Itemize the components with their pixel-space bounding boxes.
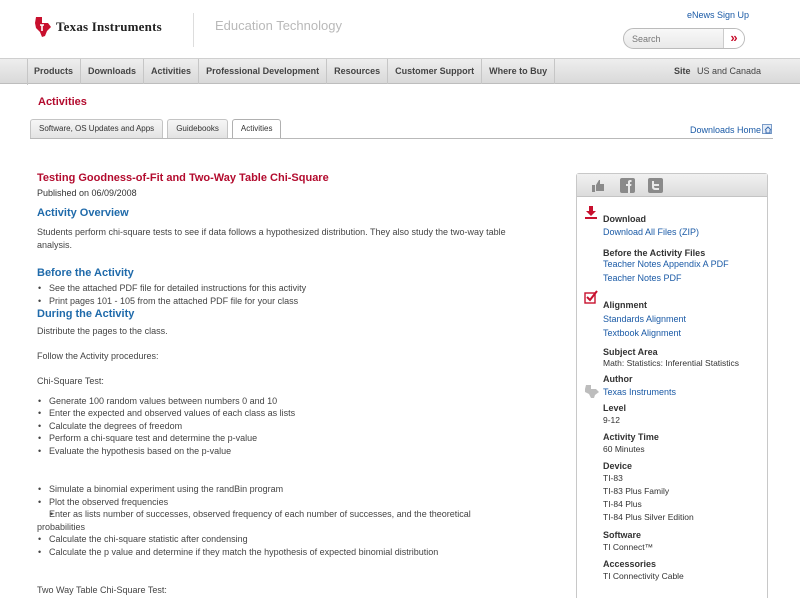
list-item: Perform a chi-square test and determine … bbox=[37, 432, 557, 445]
chi-square-heading: Chi-Square Test: bbox=[37, 376, 104, 386]
list-item: Calculate the p value and determine if t… bbox=[37, 546, 507, 559]
list-item: Generate 100 random values between numbe… bbox=[37, 395, 557, 408]
list-item: Enter the expected and observed values o… bbox=[37, 407, 557, 420]
nav-item-activities[interactable]: Activities bbox=[144, 59, 200, 84]
home-icon[interactable] bbox=[762, 124, 772, 134]
nav-item-downloads[interactable]: Downloads bbox=[81, 59, 145, 84]
activity-sidebar: Download Download All Files (ZIP) Before… bbox=[576, 173, 768, 598]
overview-heading: Activity Overview bbox=[37, 207, 129, 219]
site-label: Site bbox=[674, 66, 691, 76]
list-item: Evaluate the hypothesis based on the p-v… bbox=[37, 445, 557, 458]
nav-item-where-to-buy[interactable]: Where to Buy bbox=[482, 59, 556, 84]
enews-signup-link[interactable]: eNews Sign Up bbox=[687, 10, 749, 20]
nav-item-professional-development[interactable]: Professional Development bbox=[199, 59, 328, 84]
twitter-icon[interactable] bbox=[648, 178, 663, 193]
before-list: See the attached PDF file for detailed i… bbox=[37, 282, 557, 307]
brand-name: Texas Instruments bbox=[56, 19, 162, 34]
nav-item-resources[interactable]: Resources bbox=[327, 59, 389, 84]
chi-square-list: Generate 100 random values between numbe… bbox=[37, 395, 557, 458]
tab-guidebooks[interactable]: Guidebooks bbox=[167, 119, 228, 138]
during-text: Follow the Activity procedures: bbox=[37, 350, 159, 361]
device-item: TI-84 Plus bbox=[603, 499, 642, 509]
teacher-notes-appendix-link[interactable]: Teacher Notes Appendix A PDF bbox=[603, 258, 768, 270]
standards-alignment-link[interactable]: Standards Alignment bbox=[603, 313, 768, 325]
downloads-home-link[interactable]: Downloads Home bbox=[690, 125, 761, 135]
activity-title: Testing Goodness-of-Fit and Two-Way Tabl… bbox=[37, 172, 329, 184]
published-date: Published on 06/09/2008 bbox=[37, 188, 137, 198]
search-submit-button[interactable]: » bbox=[723, 29, 744, 48]
list-item: Calculate the chi-square statistic after… bbox=[37, 533, 507, 546]
nav-item-customer-support[interactable]: Customer Support bbox=[388, 59, 483, 84]
author-heading: Author bbox=[603, 374, 633, 384]
tab-divider bbox=[30, 138, 773, 139]
device-item: TI-83 Plus Family bbox=[603, 486, 670, 496]
device-item: TI-84 Plus Silver Edition bbox=[603, 512, 694, 522]
section-title: Activities bbox=[38, 96, 87, 108]
list-item: Calculate the degrees of freedom bbox=[37, 420, 557, 433]
share-bar bbox=[577, 174, 767, 197]
alignment-heading: Alignment bbox=[603, 300, 647, 310]
tab-software-os-updates[interactable]: Software, OS Updates and Apps bbox=[30, 119, 164, 138]
teacher-notes-link[interactable]: Teacher Notes PDF bbox=[603, 272, 768, 284]
search-box: » bbox=[623, 28, 745, 49]
tab-activities[interactable]: Activities bbox=[231, 119, 282, 139]
level-value: 9-12 bbox=[603, 415, 621, 425]
list-item: See the attached PDF file for detailed i… bbox=[37, 282, 557, 295]
device-heading: Device bbox=[603, 461, 633, 471]
time-value: 60 Minutes bbox=[603, 444, 645, 454]
texas-state-logo-icon bbox=[35, 17, 51, 37]
activity-content: Testing Goodness-of-Fit and Two-Way Tabl… bbox=[37, 172, 557, 597]
ti-author-icon bbox=[585, 385, 599, 398]
author-link[interactable]: Texas Instruments bbox=[603, 386, 768, 398]
sidebar-content: Download Download All Files (ZIP) Before… bbox=[603, 214, 768, 583]
list-item: Plot the observed frequencies bbox=[37, 496, 507, 509]
software-value: TI Connect™ bbox=[603, 542, 654, 552]
subject-heading: Subject Area bbox=[603, 347, 658, 357]
level-heading: Level bbox=[603, 403, 627, 413]
textbook-alignment-link[interactable]: Textbook Alignment bbox=[603, 327, 768, 339]
search-input[interactable] bbox=[632, 32, 720, 46]
checkbox-check-icon bbox=[584, 290, 598, 304]
during-text: Distribute the pages to the class. bbox=[37, 326, 168, 336]
during-heading: During the Activity bbox=[37, 308, 135, 320]
nav-item-products[interactable]: Products bbox=[28, 59, 82, 84]
facebook-icon[interactable] bbox=[620, 178, 635, 193]
main-nav: Products Downloads Activities Profession… bbox=[0, 58, 800, 85]
two-way-heading: Two Way Table Chi-Square Test: bbox=[37, 585, 167, 595]
download-tabs: Software, OS Updates and Apps Guidebooks… bbox=[30, 119, 285, 139]
site-header: Texas Instruments Education Technology e… bbox=[0, 0, 800, 58]
overview-text: Students perform chi-square tests to see… bbox=[37, 227, 506, 250]
software-heading: Software bbox=[603, 530, 642, 540]
binomial-list: Simulate a binomial experiment using the… bbox=[37, 483, 507, 558]
before-heading: Before the Activity bbox=[37, 267, 134, 279]
before-files-heading: Before the Activity Files bbox=[603, 248, 706, 258]
list-item: Print pages 101 - 105 from the attached … bbox=[37, 295, 557, 308]
time-heading: Activity Time bbox=[603, 432, 659, 442]
accessories-value: TI Connectivity Cable bbox=[603, 571, 684, 581]
thumbs-up-icon[interactable] bbox=[591, 178, 606, 193]
subject-value: Math: Statistics: Inferential Statistics bbox=[603, 358, 740, 368]
accessories-heading: Accessories bbox=[603, 559, 657, 569]
header-divider bbox=[193, 13, 194, 47]
device-item: TI-83 bbox=[603, 473, 623, 483]
list-item: Simulate a binomial experiment using the… bbox=[37, 483, 507, 496]
download-heading: Download bbox=[603, 214, 646, 224]
header-tagline: Education Technology bbox=[215, 18, 342, 33]
list-item: Enter as lists number of successes, obse… bbox=[37, 508, 507, 533]
download-all-link[interactable]: Download All Files (ZIP) bbox=[603, 226, 768, 238]
download-icon bbox=[585, 206, 597, 219]
ti-logo[interactable]: Texas Instruments bbox=[34, 16, 162, 38]
site-selector[interactable]: US and Canada bbox=[697, 59, 761, 84]
